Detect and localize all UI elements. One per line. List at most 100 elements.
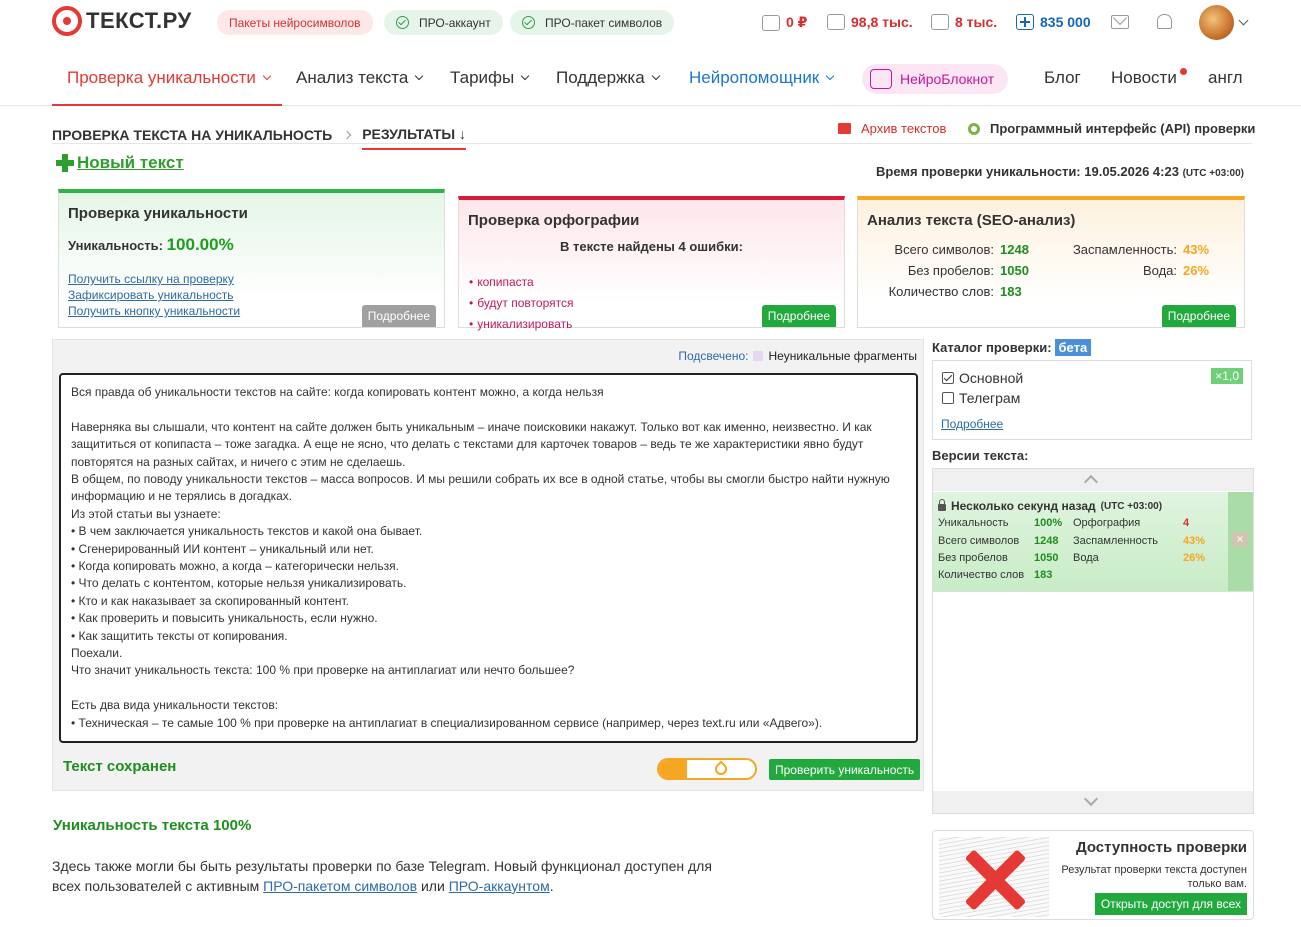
news-badge [1180,68,1187,75]
spelling-panel-title: Проверка орфографии [468,212,640,229]
avatar[interactable] [1199,5,1234,40]
toggle-fill [659,760,687,778]
nav-blog[interactable]: Блог [1044,68,1081,88]
editor-line: • Кто и как наказывает за скопированный … [71,593,349,608]
check-circle-icon [522,16,535,29]
uniqueness-panel: Проверка уникальности Уникальность: 100.… [58,189,445,328]
seo-panel-title: Анализ текста (SEO-анализ) [867,212,1076,229]
seo-words: Количество слов: 183 [888,284,1022,299]
version-nospace: Без пробелов 1050 [938,552,1059,564]
neuro-packages-pill[interactable]: Пакеты нейросимволов [217,10,373,35]
divider [52,143,1252,144]
versions-title: Версии текста: [932,448,1029,463]
editor-line: • Техническая – те самые 100 % при прове… [71,715,823,730]
breadcrumb-current: РЕЗУЛЬТАТЫ ↓ [362,126,466,150]
nav-text-analysis[interactable]: Анализ текста [296,68,424,88]
seo-total-chars: Всего символов: 1248 [894,242,1029,257]
catalog-title: Каталог проверки: бета [932,339,1092,356]
chevron-up-icon [1083,474,1099,490]
get-link-link[interactable]: Получить ссылку на проверку [68,271,444,287]
seo-panel: Анализ текста (SEO-анализ) Всего символо… [857,196,1245,328]
beta-badge: бета [1054,339,1092,356]
highlight-swatch [753,351,764,361]
version-item[interactable]: Несколько секунд назад (UTC +03:00) Уник… [933,492,1253,592]
pro-account-pill[interactable]: ПРО-аккаунт [384,10,503,35]
bell-icon[interactable] [1157,14,1172,29]
editor-line: • Когда копировать можно, а когда – кате… [71,559,399,574]
logo-icon [52,6,82,36]
chevron-down-icon [262,71,272,81]
symbols-stat[interactable]: 98,8 тыс. [827,14,913,30]
editor-line: Наверняка вы слышали, что контент на сай… [71,419,872,469]
check-time: Время проверки уникальности: 19.05.2026 … [876,164,1244,179]
fix-uniqueness-link[interactable]: Зафиксировать уникальность [68,287,444,303]
calendar-icon [931,14,949,30]
editor-line: • В чем заключается уникальность текстов… [71,524,423,539]
calendar-stat[interactable]: 8 тыс. [931,14,997,30]
seo-spam: Заспамленность: 43% [1072,242,1210,257]
nav-tariffs[interactable]: Тарифы [450,68,530,88]
editor-line: Есть два вида уникальности текстов: [71,698,279,713]
availability-title: Доступность проверки [1075,839,1247,856]
mail-icon[interactable] [1111,15,1129,29]
lock-icon [938,499,946,511]
ratio-badge: ×1,0 [1211,368,1243,384]
editor-line: Из этой статьи вы узнаете: [71,506,221,521]
cross-icon [959,849,1029,909]
result-text: Здесь также могли бы быть результаты про… [52,858,712,894]
saved-status: Текст сохранен [63,758,177,775]
chevron-down-icon[interactable] [1238,15,1249,26]
scroll-down-button[interactable] [933,791,1253,813]
list-item[interactable]: копипаста [469,272,844,293]
balance-stat[interactable]: 0 ₽ [762,14,807,31]
editor-line: Вся правда об уникальности текстов на са… [71,385,604,399]
pro-account-link[interactable]: ПРО-аккаунтом [449,878,550,894]
points-stat[interactable]: 835 000 [1016,14,1091,30]
checkbox[interactable] [942,372,954,384]
delete-icon[interactable]: × [1232,532,1248,547]
checkbox[interactable] [942,392,954,404]
nav-uniqueness[interactable]: Проверка уникальности [67,68,272,88]
version-water: Вода 26% [1073,552,1206,564]
pro-package-link[interactable]: ПРО-пакетом символов [263,878,417,894]
nav-neuro-assistant[interactable]: Нейропомощник [689,68,835,88]
document-image [939,837,1049,917]
editor-line: Что значит уникальность текста: 100 % пр… [71,663,575,678]
catalog-more-link[interactable]: Подробнее [941,417,1003,431]
seo-water: Вода: 26% [1142,263,1210,278]
chevron-down-icon [415,71,424,81]
editor-area: Подсвечено: Неуникальные фрагменты Вся п… [52,339,924,791]
breadcrumb-root[interactable]: ПРОВЕРКА ТЕКСТА НА УНИКАЛЬНОСТЬ [52,127,332,143]
uniqueness-value: Уникальность: 100.00% [68,235,234,254]
turbo-toggle[interactable] [657,758,757,780]
version-spell: Орфография 4 [1073,517,1190,529]
check-circle-icon [396,16,409,29]
archive-icon [838,123,851,134]
chevron-down-icon [1083,791,1099,807]
nav-support[interactable]: Поддержка [556,68,660,88]
spelling-more-button[interactable]: Подробнее [761,305,836,327]
editor-line [71,680,906,697]
archive-link[interactable]: Архив текстов [838,121,946,136]
editor-line: • Что делать с контентом, которые нельзя… [71,576,407,591]
editor-line: • Сгенерированный ИИ контент – уникальны… [71,541,374,556]
open-access-button[interactable]: Открыть доступ для всех [1094,893,1247,915]
nav-neuro-notebook[interactable]: НейроБлокнот [862,64,1009,94]
nav-news[interactable]: Новости [1111,68,1177,88]
check-uniqueness-button[interactable]: Проверить уникальность [769,759,921,780]
main-nav: Проверка уникальности Анализ текста Тари… [0,48,1301,106]
seo-more-button[interactable]: Подробнее [1161,305,1236,327]
rocket-icon [712,760,730,778]
api-link[interactable]: Программный интерфейс (API) проверки [968,121,1255,136]
uniqueness-more-button[interactable]: Подробнее [361,305,436,327]
new-text-button[interactable]: Новый текст [55,153,184,173]
editor-line: • Как проверить и повысить уникальность,… [71,611,378,626]
nav-language[interactable]: англ [1208,68,1243,88]
pro-package-pill[interactable]: ПРО-пакет символов [510,10,675,35]
scroll-up-button[interactable] [933,469,1253,491]
text-editor[interactable]: Вся правда об уникальности текстов на са… [59,373,918,743]
logo[interactable]: ТЕКСТ.РУ [52,6,192,36]
editor-line [71,401,906,418]
catalog-option-main[interactable]: Основной [942,370,1023,386]
catalog-option-telegram[interactable]: Телеграм [942,390,1020,406]
